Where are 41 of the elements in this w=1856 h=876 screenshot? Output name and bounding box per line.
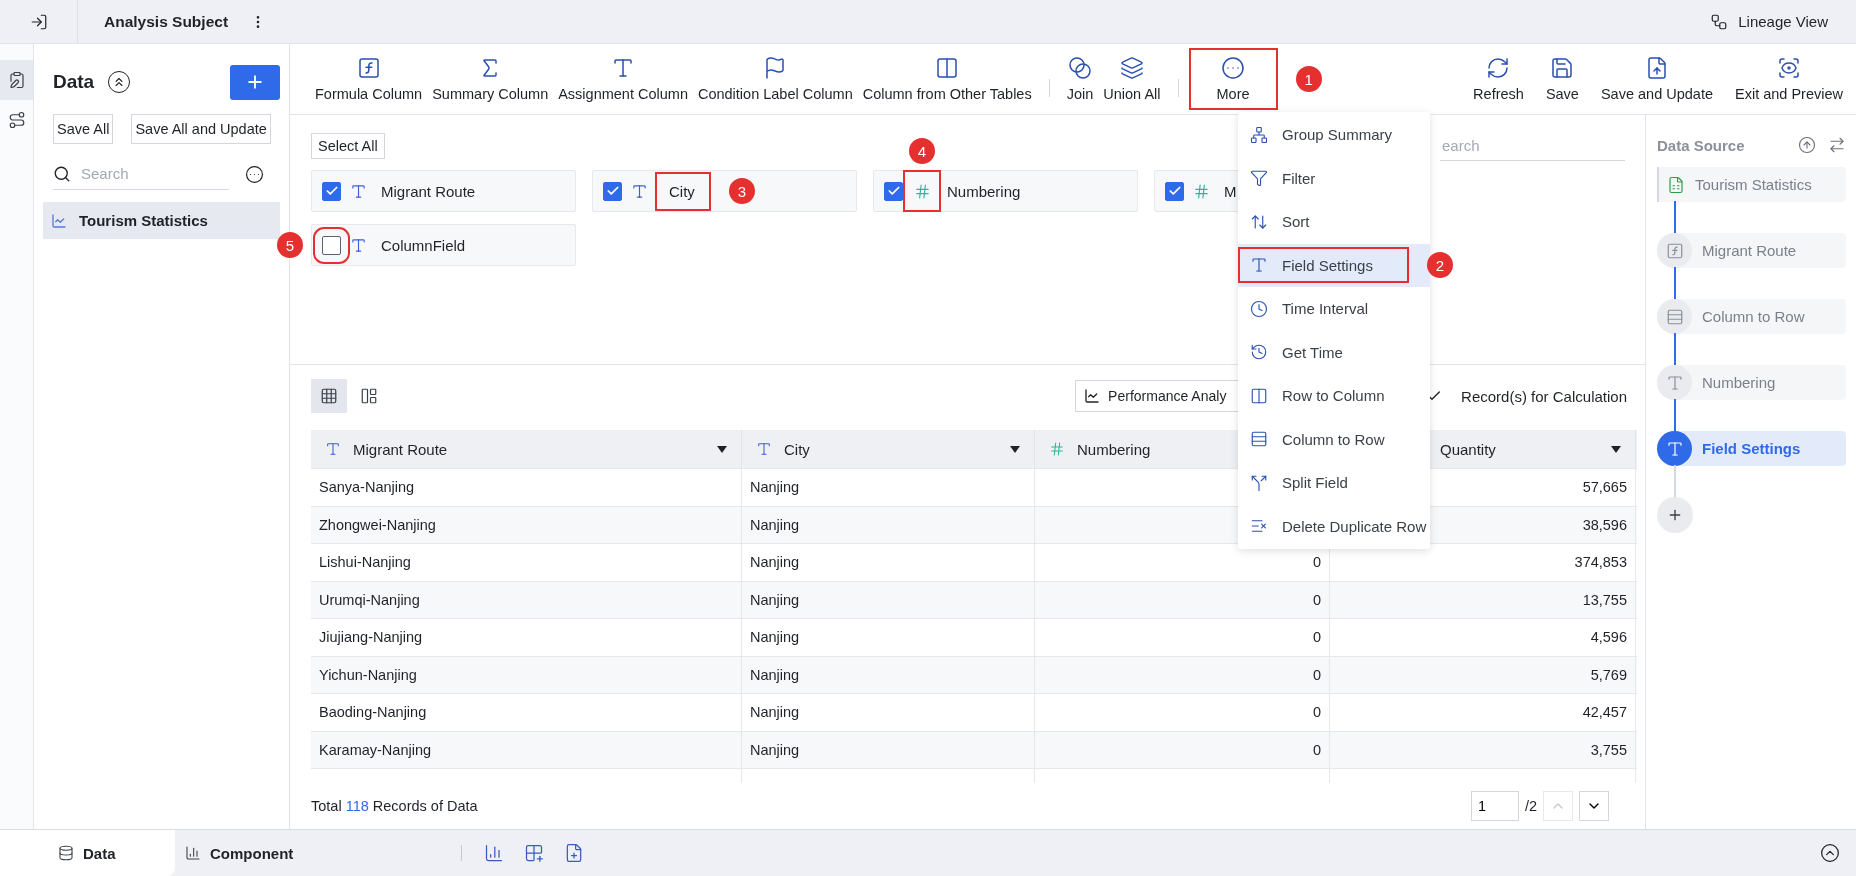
table-cell: Nanjing [742,544,1035,581]
records-total: Total 118 Records of Data [311,798,478,814]
page-total: /2 [1524,798,1537,814]
table-cell: Nanjing [742,731,1035,768]
callout-number: 2 [1426,252,1453,279]
table-cell: Lishui-Nanjing [311,544,742,581]
panel-title: Data [53,71,95,93]
records-label: Record(s) for Calculation [1461,387,1627,405]
table-cell: Nanjing [742,469,1035,506]
table-cell: Sanya-Nanjing [311,469,742,506]
table-cell: 0 [1035,581,1330,618]
field-label: M [1224,182,1237,200]
table-cell: Zhongwei-Nanjing [311,506,742,543]
table-cell: 4,596 [1330,619,1636,656]
field-label: ColumnField [381,236,466,254]
table-cell: 5,769 [1330,656,1636,693]
table-cell: 42,457 [1330,694,1636,731]
callout-number: 3 [728,178,755,204]
table-cell: Nanjing [742,506,1035,543]
field-label: Numbering [947,182,1021,200]
table-cell: 3,755 [1330,731,1636,768]
table-cell: Baoding-Nanjing [311,694,742,731]
callout-number: 4 [909,138,935,164]
table-cell: Nanjing [742,619,1035,656]
subject-title: Analysis Subject [104,12,229,31]
table-cell: 13,755 [1330,581,1636,618]
table-cell: 0 [1035,656,1330,693]
table-cell: Nanjing [742,694,1035,731]
table-cell: Nanjing [742,656,1035,693]
table-cell: Urumqi-Nanjing [311,581,742,618]
table-cell: Yichun-Nanjing [311,656,742,693]
callout-number: 5 [277,232,303,258]
table-cell: 0 [1035,694,1330,731]
callout-number: 1 [1295,66,1322,92]
panel-title: Data Source [1657,136,1746,154]
table-cell: 0 [1035,619,1330,656]
table-cell: Nanjing [742,581,1035,618]
field-label: Migrant Route [381,182,476,200]
table-cell: Karamay-Nanjing [311,731,742,768]
table-cell: Jiujiang-Nanjing [311,619,742,656]
table-cell: 0 [1035,731,1330,768]
